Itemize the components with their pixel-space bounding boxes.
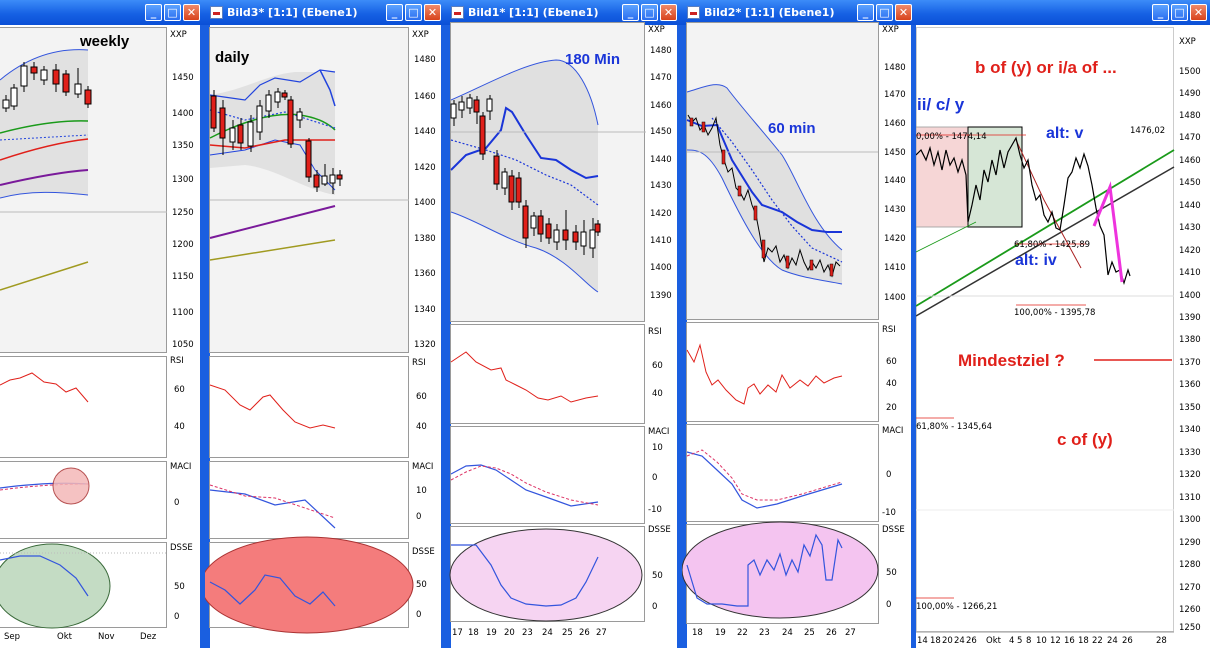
daily-annotation: daily (215, 49, 250, 66)
wave-label-alt-v: alt: v (1046, 125, 1083, 142)
svg-text:weekly: weekly (79, 33, 130, 50)
weekly-chart-window: _ □ ✕ XXP 1450 1400 1350 1300 1250 1200 … (0, 0, 205, 648)
180min-chart-window: Bild1* [1:1] (Ebene1) _ □ ✕ XXP 1480 147… (446, 0, 682, 648)
wave-label-b: b of (y) or i/a of ... (975, 58, 1117, 77)
svg-text:180 Min: 180 Min (565, 51, 620, 68)
wave-chart-window: _ □ ✕ XXP 1500 1490 1480 1470 1460 1450 (916, 0, 1210, 648)
weekly-annotation: weekly (79, 33, 130, 50)
wave-label-ii: ii/ c/ y (917, 95, 965, 114)
fib-label: 0,00% - 1474,14 (916, 132, 987, 142)
last-price-label: 1476,02 (1130, 126, 1165, 136)
wave-label-alt-iv: alt: iv (1015, 252, 1057, 269)
180min-annotation: 180 Min (565, 51, 620, 68)
target-label: Mindestziel ? (958, 351, 1065, 370)
60min-chart-window: Bild2* [1:1] (Ebene1) _ □ ✕ XXP 1480 147… (682, 0, 916, 648)
fib-label: 61,80% - 1425,89 (1014, 240, 1090, 250)
daily-chart-window: Bild3* [1:1] (Ebene1) _ □ ✕ XXP 1480 146… (205, 0, 446, 648)
svg-text:daily: daily (215, 49, 250, 66)
fib-label: 61,80% - 1345,64 (916, 422, 992, 432)
fib-label: 100,00% - 1266,21 (916, 602, 997, 612)
fib-label: 100,00% - 1395,78 (1014, 308, 1095, 318)
wave-label-c: c of (y) (1057, 430, 1113, 449)
wave-annotations: b of (y) or i/a of ... ii/ c/ y alt: v a… (916, 58, 1165, 612)
svg-text:60 min: 60 min (768, 120, 816, 137)
60min-annotation: 60 min (768, 120, 816, 137)
